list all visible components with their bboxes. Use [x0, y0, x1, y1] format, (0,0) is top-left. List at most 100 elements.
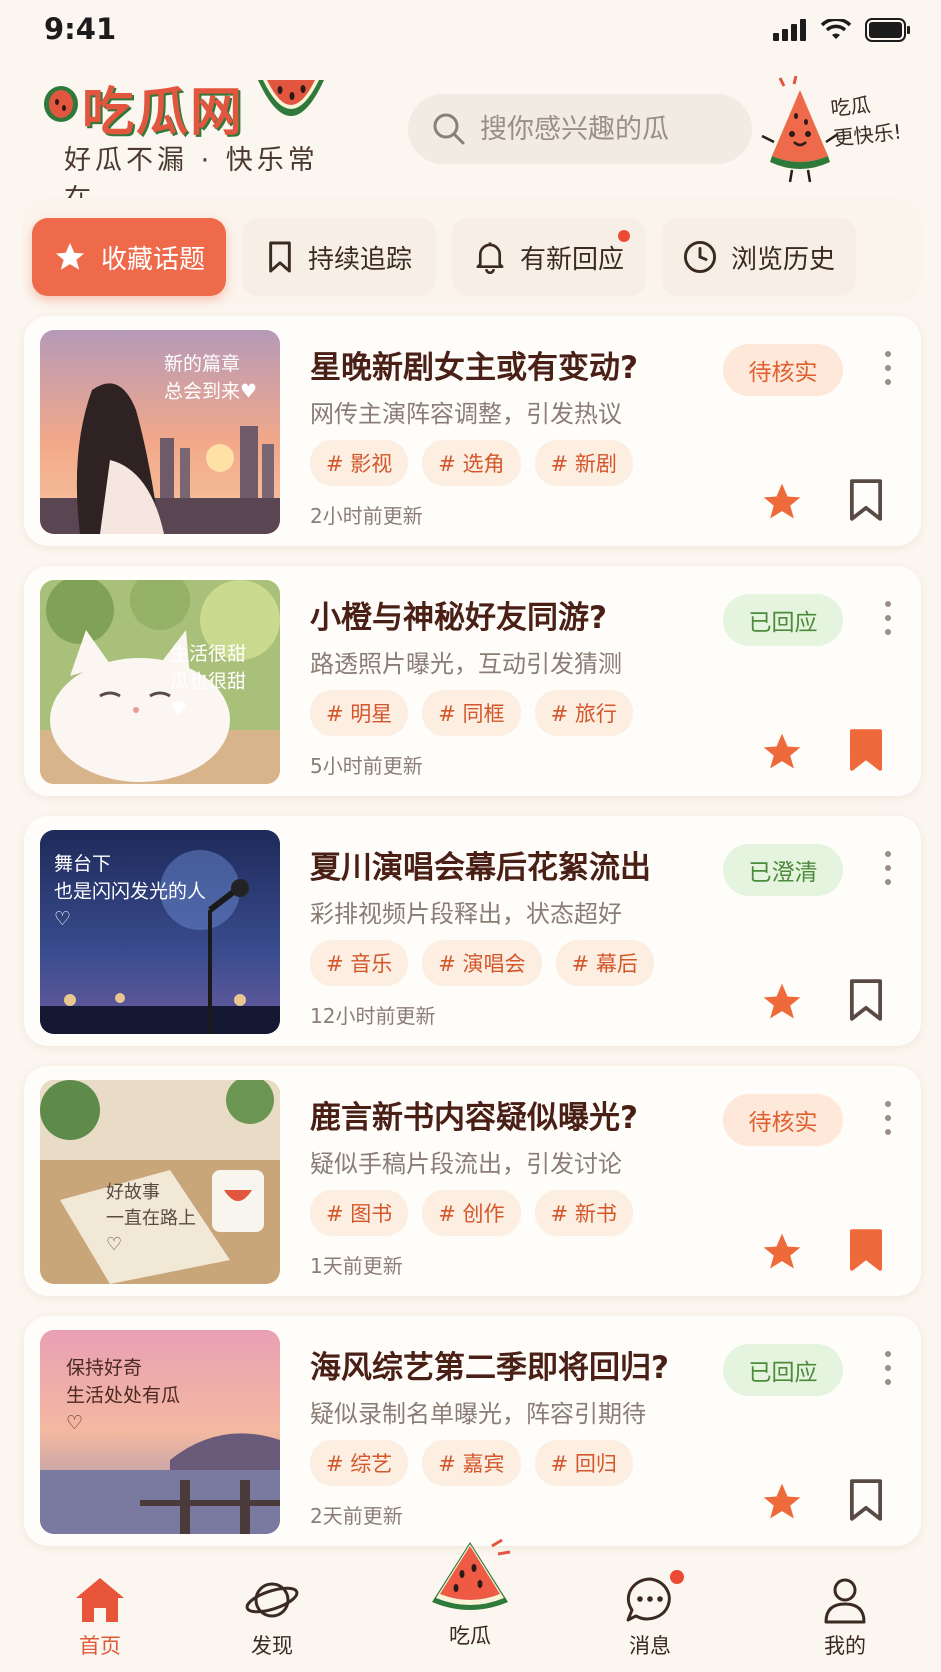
battery-icon	[865, 18, 910, 42]
tab-favorites[interactable]: 收藏话题	[32, 218, 226, 296]
tab-tracking[interactable]: 持续追踪	[242, 218, 436, 296]
topic-subtitle: 彩排视频片段释出，状态超好	[310, 900, 622, 928]
topic-title[interactable]: 鹿言新书内容疑似曝光?	[310, 1092, 638, 1137]
favorite-star-icon[interactable]	[760, 480, 804, 524]
update-time: 2天前更新	[310, 1504, 403, 1528]
bookmark-icon	[269, 241, 291, 273]
status-badge: 已回应	[723, 1344, 843, 1396]
chat-icon	[626, 1577, 671, 1622]
favorite-star-icon[interactable]	[760, 1480, 804, 1524]
wifi-icon	[821, 19, 851, 39]
bell-icon	[476, 242, 504, 274]
search-input[interactable]	[480, 113, 730, 145]
signal-icon	[773, 19, 806, 41]
tag[interactable]: # 图书	[310, 1190, 409, 1236]
tab-label: 浏览历史	[730, 244, 835, 275]
tag-list: # 明星 # 同框 # 旅行	[310, 690, 633, 736]
more-options-icon[interactable]	[882, 348, 894, 388]
nav-watermelon[interactable]: 吃瓜	[420, 1538, 520, 1650]
notification-dot	[670, 1570, 684, 1584]
user-icon	[824, 1578, 866, 1624]
tag-list: # 综艺 # 嘉宾 # 回归	[310, 1440, 633, 1486]
nav-label: 我的	[824, 1634, 866, 1658]
logo[interactable]: 吃瓜网 好瓜不漏 · 快乐常在	[42, 70, 342, 215]
topic-title[interactable]: 小橙与神秘好友同游?	[310, 592, 607, 637]
tab-label: 持续追踪	[307, 244, 412, 275]
nav-home[interactable]: 首页	[50, 1576, 150, 1660]
topic-thumbnail: 生活很甜 瓜也很甜♥	[40, 580, 280, 784]
watermelon-icon	[432, 1538, 511, 1610]
update-time: 5小时前更新	[310, 754, 423, 778]
tag[interactable]: # 音乐	[310, 940, 409, 986]
status-bar: 9:41	[0, 0, 941, 62]
nav-label: 吃瓜	[449, 1624, 491, 1648]
favorite-star-icon[interactable]	[760, 730, 804, 774]
status-badge: 已澄清	[723, 844, 843, 896]
nav-messages[interactable]: 消息	[600, 1570, 700, 1660]
watermelon-mascot-icon	[761, 75, 839, 183]
bookmark-outline-icon[interactable]	[846, 478, 886, 522]
topic-card[interactable]: 舞台下 也是闪闪发光的人♡ 夏川演唱会幕后花絮流出 彩排视频片段释出，状态超好 …	[24, 816, 921, 1046]
tab-label: 收藏话题	[100, 244, 205, 275]
status-time: 9:41	[44, 12, 117, 46]
more-options-icon[interactable]	[882, 1348, 894, 1388]
topic-title[interactable]: 夏川演唱会幕后花絮流出	[310, 842, 651, 887]
home-icon	[76, 1578, 124, 1622]
tag[interactable]: # 幕后	[555, 940, 654, 986]
bookmark-outline-icon[interactable]	[846, 1478, 886, 1522]
tag-list: # 影视 # 选角 # 新剧	[310, 440, 633, 486]
tab-label: 有新回应	[519, 244, 624, 275]
tab-new-replies[interactable]: 有新回应	[452, 218, 646, 296]
tag[interactable]: # 同框	[422, 690, 521, 736]
tag[interactable]: # 演唱会	[422, 940, 542, 986]
status-badge: 待核实	[723, 344, 843, 396]
filter-tabs: 收藏话题 持续追踪 有新回应 浏览历史	[22, 198, 922, 304]
notification-dot	[618, 230, 630, 242]
tag-list: # 图书 # 创作 # 新书	[310, 1190, 633, 1236]
more-options-icon[interactable]	[882, 848, 894, 888]
update-time: 1天前更新	[310, 1254, 403, 1278]
tag[interactable]: # 新剧	[534, 440, 633, 486]
update-time: 12小时前更新	[310, 1004, 436, 1028]
status-badge: 待核实	[723, 1094, 843, 1146]
bookmark-filled-icon[interactable]	[846, 728, 886, 772]
topic-title[interactable]: 星晚新剧女主或有变动?	[310, 342, 638, 387]
topic-card[interactable]: 保持好奇 生活处处有瓜♡ 海风综艺第二季即将回归? 疑似录制名单曝光，阵容引期待…	[24, 1316, 921, 1546]
tag[interactable]: # 影视	[310, 440, 409, 486]
topic-subtitle: 疑似录制名单曝光，阵容引期待	[310, 1400, 646, 1428]
topic-thumbnail: 舞台下 也是闪闪发光的人♡	[40, 830, 280, 1034]
tag[interactable]: # 创作	[422, 1190, 521, 1236]
topic-subtitle: 路透照片曝光，互动引发猜测	[310, 650, 622, 678]
tag[interactable]: # 新书	[534, 1190, 633, 1236]
tag[interactable]: # 综艺	[310, 1440, 409, 1486]
topic-card[interactable]: 新的篇章 总会到来♥ 星晚新剧女主或有变动? 网传主演阵容调整，引发热议 # 影…	[24, 316, 921, 546]
nav-profile[interactable]: 我的	[795, 1576, 895, 1660]
status-badge: 已回应	[723, 594, 843, 646]
planet-icon	[245, 1582, 299, 1618]
more-options-icon[interactable]	[882, 598, 894, 638]
nav-label: 首页	[79, 1634, 121, 1658]
more-options-icon[interactable]	[882, 1098, 894, 1138]
tag[interactable]: # 嘉宾	[422, 1440, 521, 1486]
tag[interactable]: # 旅行	[534, 690, 633, 736]
status-icons	[773, 18, 911, 42]
tag-list: # 音乐 # 演唱会 # 幕后	[310, 940, 654, 986]
topic-thumbnail: 保持好奇 生活处处有瓜♡	[40, 1330, 280, 1534]
topic-title[interactable]: 海风综艺第二季即将回归?	[310, 1342, 669, 1387]
search-box[interactable]	[408, 94, 752, 164]
bottom-nav: 首页 发现 吃瓜 消息 我的	[0, 1538, 941, 1672]
bookmark-filled-icon[interactable]	[846, 1228, 886, 1272]
bookmark-outline-icon[interactable]	[846, 978, 886, 1022]
nav-discover[interactable]: 发现	[222, 1576, 322, 1660]
favorite-star-icon[interactable]	[760, 1230, 804, 1274]
topic-card[interactable]: 好故事 一直在路上♡ 鹿言新书内容疑似曝光? 疑似手稿片段流出，引发讨论 # 图…	[24, 1066, 921, 1296]
favorite-star-icon[interactable]	[760, 980, 804, 1024]
tag[interactable]: # 回归	[534, 1440, 633, 1486]
tab-history[interactable]: 浏览历史	[662, 218, 856, 296]
tag[interactable]: # 明星	[310, 690, 409, 736]
topic-subtitle: 疑似手稿片段流出，引发讨论	[310, 1150, 622, 1178]
tag[interactable]: # 选角	[422, 440, 521, 486]
search-icon	[433, 113, 465, 145]
small-watermelon-icon	[44, 86, 78, 122]
topic-card[interactable]: 生活很甜 瓜也很甜♥ 小橙与神秘好友同游? 路透照片曝光，互动引发猜测 # 明星…	[24, 566, 921, 796]
